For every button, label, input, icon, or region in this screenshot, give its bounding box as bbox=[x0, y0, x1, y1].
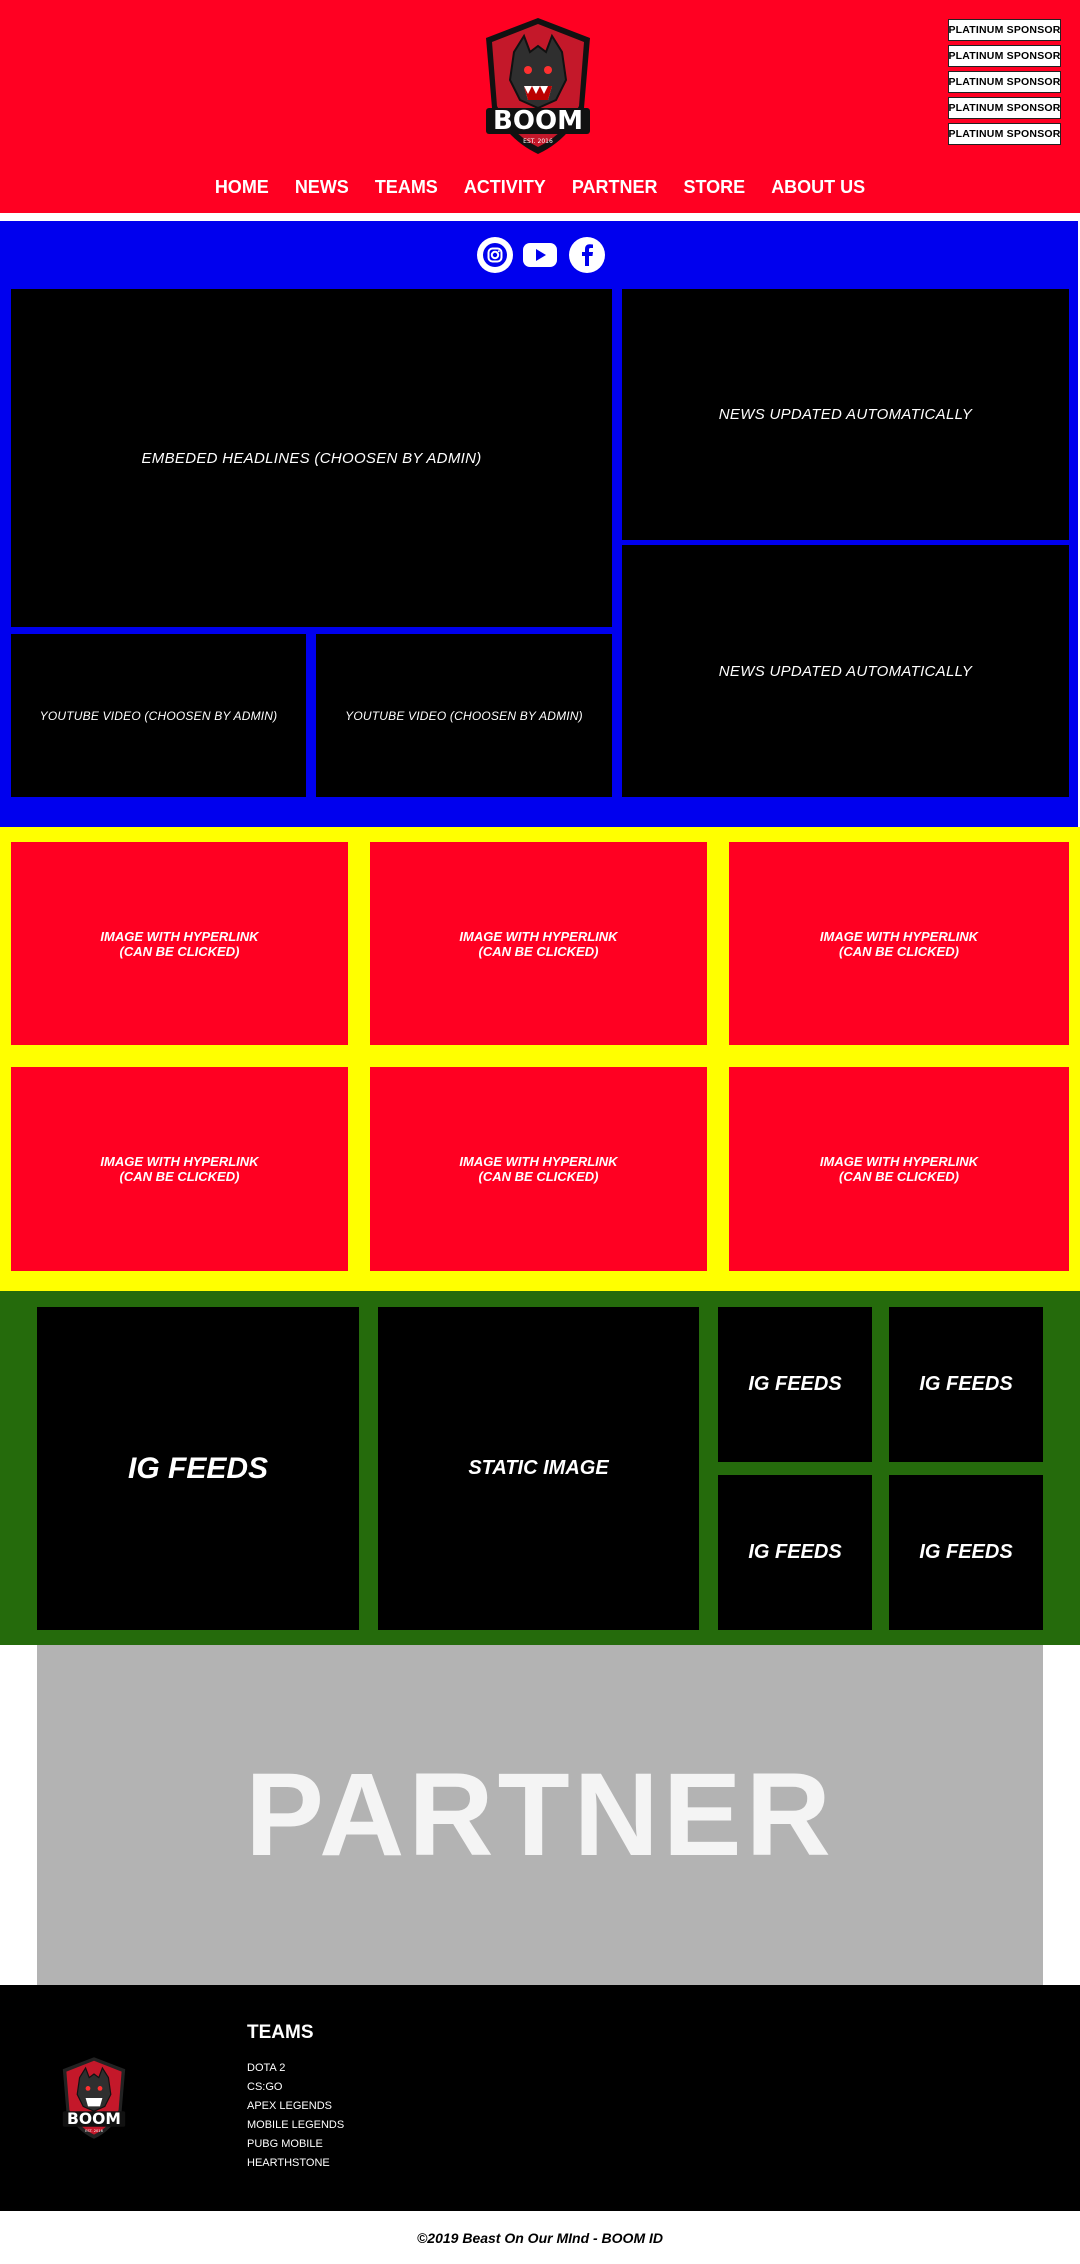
facebook-icon[interactable] bbox=[569, 237, 605, 273]
platinum-sponsor-3[interactable]: PLATINUM SPONSOR bbox=[948, 71, 1061, 93]
nav-activity[interactable]: ACTIVITY bbox=[451, 172, 559, 202]
platinum-sponsor-4[interactable]: PLATINUM SPONSOR bbox=[948, 97, 1061, 119]
footer-team-apex[interactable]: APEX LEGENDS bbox=[247, 2100, 332, 2112]
image-link-line2: (CAN BE CLICKED) bbox=[839, 943, 959, 959]
image-link-line1: IMAGE WITH HYPERLINK bbox=[819, 928, 979, 944]
footer-team-csgo[interactable]: CS:GO bbox=[247, 2081, 282, 2093]
footer-logo-text: BOOM bbox=[67, 2110, 121, 2128]
nav-home[interactable]: HOME bbox=[202, 172, 282, 202]
image-link-line2: (CAN BE CLICKED) bbox=[839, 1169, 959, 1184]
nav-news[interactable]: NEWS bbox=[282, 172, 362, 202]
footer-boom-logo[interactable]: BOOM EST. 2016 bbox=[58, 2054, 130, 2142]
image-link-line2: (CAN BE CLICKED) bbox=[478, 943, 599, 959]
copyright: ©2019 Beast On Our MInd - BOOM ID bbox=[416, 2229, 664, 2246]
image-link-line1: IMAGE WITH HYPERLINK bbox=[459, 1154, 618, 1169]
embedded-headlines[interactable]: EMBEDED HEADLINES (CHOOSEN BY ADMIN) bbox=[11, 289, 612, 627]
image-link-line2: (CAN BE CLICKED) bbox=[119, 943, 240, 959]
main-nav: HOME NEWS TEAMS ACTIVITY PARTNER STORE A… bbox=[0, 172, 1080, 202]
footer-team-hearthstone[interactable]: HEARTHSTONE bbox=[247, 2157, 330, 2169]
nav-about-us[interactable]: ABOUT US bbox=[758, 172, 878, 202]
image-link-1[interactable]: IMAGE WITH HYPERLINK (CAN BE CLICKED) bbox=[11, 842, 348, 1045]
site-footer bbox=[0, 1985, 1080, 2211]
instagram-icon[interactable] bbox=[477, 237, 513, 273]
ig-feed-small-1[interactable]: IG FEEDS bbox=[718, 1307, 872, 1462]
image-link-6[interactable]: IMAGE WITH HYPERLINK (CAN BE CLICKED) bbox=[729, 1067, 1069, 1271]
footer-logo-est: EST. 2016 bbox=[85, 2129, 103, 2133]
platinum-sponsor-5[interactable]: PLATINUM SPONSOR bbox=[948, 123, 1061, 145]
image-link-2[interactable]: IMAGE WITH HYPERLINK (CAN BE CLICKED) bbox=[370, 842, 707, 1045]
youtube-video-1[interactable]: YOUTUBE VIDEO (CHOOSEN BY ADMIN) bbox=[11, 634, 306, 797]
news-panel-2[interactable]: NEWS UPDATED AUTOMATICALLY bbox=[622, 545, 1069, 797]
platinum-sponsor-2[interactable]: PLATINUM SPONSOR bbox=[948, 45, 1061, 67]
image-link-5[interactable]: IMAGE WITH HYPERLINK (CAN BE CLICKED) bbox=[370, 1067, 707, 1271]
nav-teams[interactable]: TEAMS bbox=[362, 172, 451, 202]
image-link-line2: (CAN BE CLICKED) bbox=[119, 1169, 240, 1184]
image-link-line1: IMAGE WITH HYPERLINK bbox=[100, 928, 259, 944]
image-link-line1: IMAGE WITH HYPERLINK bbox=[459, 928, 618, 944]
image-link-line1: IMAGE WITH HYPERLINK bbox=[819, 1154, 979, 1169]
ig-feed-small-3[interactable]: IG FEEDS bbox=[718, 1475, 872, 1630]
static-image[interactable]: STATIC IMAGE bbox=[378, 1307, 699, 1630]
partner-banner[interactable]: PARTNER bbox=[37, 1645, 1043, 1985]
youtube-video-2[interactable]: YOUTUBE VIDEO (CHOOSEN BY ADMIN) bbox=[316, 634, 612, 797]
logo-text: BOOM bbox=[493, 106, 583, 136]
footer-teams-title: TEAMS bbox=[247, 2022, 314, 2043]
footer-team-pubg-mobile[interactable]: PUBG MOBILE bbox=[247, 2138, 323, 2150]
news-panel-1[interactable]: NEWS UPDATED AUTOMATICALLY bbox=[622, 289, 1069, 540]
ig-feed-small-4[interactable]: IG FEEDS bbox=[889, 1475, 1043, 1630]
image-link-line2: (CAN BE CLICKED) bbox=[478, 1169, 599, 1184]
footer-team-mobile-legends[interactable]: MOBILE LEGENDS bbox=[247, 2119, 344, 2131]
youtube-icon[interactable] bbox=[522, 237, 558, 273]
ig-feed-small-2[interactable]: IG FEEDS bbox=[889, 1307, 1043, 1462]
ig-feed-large[interactable]: IG FEEDS bbox=[37, 1307, 359, 1630]
image-link-4[interactable]: IMAGE WITH HYPERLINK (CAN BE CLICKED) bbox=[11, 1067, 348, 1271]
nav-store[interactable]: STORE bbox=[671, 172, 759, 202]
logo-est: EST. 2016 bbox=[523, 138, 553, 145]
platinum-sponsor-1[interactable]: PLATINUM SPONSOR bbox=[948, 19, 1061, 41]
footer-team-dota2[interactable]: DOTA 2 bbox=[247, 2062, 285, 2074]
image-link-3[interactable]: IMAGE WITH HYPERLINK (CAN BE CLICKED) bbox=[729, 842, 1069, 1045]
boom-logo[interactable]: BOOM EST. 2016 bbox=[478, 16, 598, 156]
nav-partner[interactable]: PARTNER bbox=[559, 172, 671, 202]
image-link-line1: IMAGE WITH HYPERLINK bbox=[100, 1154, 259, 1169]
